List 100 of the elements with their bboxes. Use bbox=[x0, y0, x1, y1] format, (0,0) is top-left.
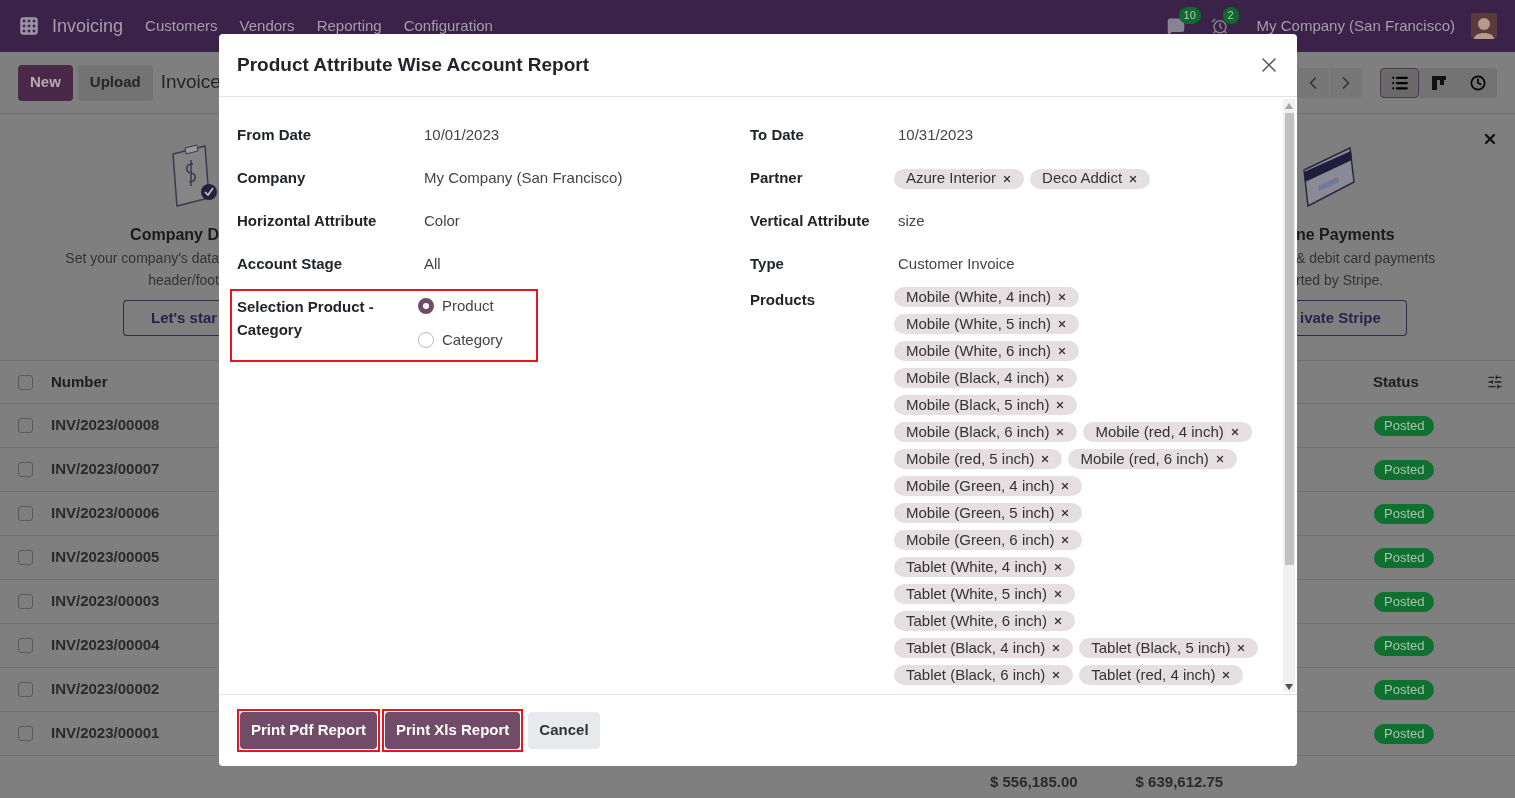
tag: Mobile (White, 5 inch) bbox=[894, 314, 1080, 334]
remove-icon[interactable] bbox=[1055, 427, 1066, 437]
tag: Tablet (White, 4 inch) bbox=[894, 557, 1075, 577]
company-switcher[interactable]: My Company (San Francisco) bbox=[1256, 14, 1455, 38]
user-avatar[interactable] bbox=[1471, 13, 1497, 39]
row-checkbox[interactable] bbox=[18, 374, 33, 390]
count-badge: 10 bbox=[1178, 7, 1201, 24]
field-value[interactable]: Customer Invoice bbox=[898, 253, 1015, 276]
view-switch-button[interactable] bbox=[1458, 67, 1497, 98]
field-label: To Date bbox=[750, 125, 805, 146]
banner-text: header/foot bbox=[148, 271, 219, 290]
field-value[interactable]: 10/31/2023 bbox=[898, 124, 974, 147]
row-checkbox[interactable] bbox=[18, 682, 33, 697]
radio-option[interactable]: Product bbox=[418, 295, 503, 318]
scroll-down-icon[interactable] bbox=[1285, 684, 1293, 690]
menu-item[interactable]: Vendors bbox=[239, 14, 295, 38]
total-amount: $ 639,612.75 bbox=[1135, 771, 1224, 792]
menu-item[interactable]: Customers bbox=[145, 14, 218, 38]
field-label: Selection Product - Category bbox=[237, 297, 375, 340]
field-value[interactable]: 10/01/2023 bbox=[424, 124, 500, 147]
tag: Mobile (Green, 5 inch) bbox=[894, 503, 1083, 523]
clock-icon bbox=[1469, 74, 1486, 91]
field-label: Products bbox=[750, 290, 816, 310]
remove-icon[interactable] bbox=[1060, 508, 1071, 518]
remove-icon[interactable] bbox=[1236, 643, 1247, 653]
remove-icon[interactable] bbox=[1128, 173, 1139, 184]
status-badge: Posted bbox=[1374, 415, 1435, 436]
field-value[interactable]: All bbox=[424, 253, 441, 276]
tag: Tablet (Black, 4 inch) bbox=[894, 638, 1074, 658]
column-header[interactable]: Status bbox=[1373, 370, 1419, 394]
row-checkbox[interactable] bbox=[18, 594, 33, 609]
remove-icon[interactable] bbox=[1052, 616, 1063, 626]
table-cell-text: INV/2023/00003 bbox=[51, 591, 160, 612]
tag: Mobile (red, 4 inch) bbox=[1083, 422, 1252, 442]
apps-menu-icon[interactable] bbox=[19, 16, 39, 36]
remove-icon[interactable] bbox=[1221, 670, 1232, 680]
radio-button[interactable] bbox=[418, 298, 434, 315]
print-button[interactable]: Print Pdf Report bbox=[240, 712, 377, 749]
table-cell-text: INV/2023/00008 bbox=[51, 415, 160, 436]
remove-icon[interactable] bbox=[1057, 346, 1068, 356]
column-settings-icon[interactable] bbox=[1487, 374, 1503, 390]
total-amount: $ 556,185.00 bbox=[990, 771, 1078, 792]
row-checkbox[interactable] bbox=[18, 418, 33, 433]
tag: Mobile (Black, 5 inch) bbox=[894, 395, 1078, 415]
menu-item[interactable]: Configuration bbox=[403, 14, 493, 38]
field-value[interactable]: My Company (San Francisco) bbox=[424, 167, 623, 190]
tag: Mobile (White, 4 inch) bbox=[894, 287, 1080, 307]
tag: Tablet (White, 6 inch) bbox=[894, 611, 1075, 631]
remove-icon[interactable] bbox=[1214, 454, 1225, 464]
row-checkbox[interactable] bbox=[18, 462, 33, 477]
print-button[interactable]: Print Xls Report bbox=[385, 712, 521, 749]
remove-icon[interactable] bbox=[1055, 400, 1066, 410]
remove-icon[interactable] bbox=[1057, 319, 1068, 329]
remove-icon[interactable] bbox=[1060, 535, 1071, 545]
tag: Mobile (Green, 6 inch) bbox=[894, 530, 1083, 550]
remove-icon[interactable] bbox=[1055, 373, 1066, 383]
table-cell-text: INV/2023/00006 bbox=[51, 503, 160, 524]
view-switch-button[interactable] bbox=[1380, 67, 1419, 98]
field-value[interactable]: size bbox=[898, 210, 925, 233]
cancel-button[interactable]: Cancel bbox=[528, 712, 600, 749]
previous-button[interactable] bbox=[1297, 67, 1329, 98]
app-name[interactable]: Invoicing bbox=[52, 12, 124, 40]
menu-item[interactable]: Reporting bbox=[316, 14, 382, 38]
radio-option[interactable]: Category bbox=[418, 328, 503, 351]
banner-text: rted by Stripe. bbox=[1297, 271, 1384, 290]
field-value[interactable]: Color bbox=[424, 210, 460, 233]
remove-icon[interactable] bbox=[1057, 292, 1068, 302]
scrollbar-thumb[interactable] bbox=[1284, 113, 1294, 565]
field-label: From Date bbox=[237, 125, 313, 146]
view-switch-button[interactable] bbox=[1419, 67, 1458, 98]
tag: Tablet (Black, 5 inch) bbox=[1079, 638, 1259, 658]
remove-icon[interactable] bbox=[1060, 481, 1071, 491]
row-checkbox[interactable] bbox=[18, 726, 33, 741]
field-label: Type bbox=[750, 254, 785, 275]
remove-icon[interactable] bbox=[1002, 173, 1013, 184]
status-badge: Posted bbox=[1374, 547, 1435, 568]
remove-icon[interactable] bbox=[1229, 427, 1240, 437]
status-badge: Posted bbox=[1374, 459, 1435, 480]
column-header[interactable]: Number bbox=[51, 370, 108, 394]
remove-icon[interactable] bbox=[1040, 454, 1051, 464]
status-badge: Posted bbox=[1374, 679, 1435, 700]
row-checkbox[interactable] bbox=[18, 638, 33, 653]
field-label: Horizontal Attribute bbox=[237, 211, 378, 232]
radio-button[interactable] bbox=[418, 331, 434, 348]
close-icon[interactable] bbox=[1482, 131, 1498, 147]
tag: Mobile (White, 6 inch) bbox=[894, 341, 1080, 361]
remove-icon[interactable] bbox=[1052, 562, 1063, 572]
messages-icon[interactable] bbox=[1166, 17, 1185, 35]
table-cell-text: INV/2023/00001 bbox=[51, 723, 160, 744]
dialog-title: Product Attribute Wise Account Report bbox=[237, 52, 590, 77]
table-cell-text: INV/2023/00004 bbox=[51, 635, 160, 656]
row-checkbox[interactable] bbox=[18, 550, 33, 565]
remove-icon[interactable] bbox=[1051, 670, 1062, 680]
remove-icon[interactable] bbox=[1052, 589, 1063, 599]
row-checkbox[interactable] bbox=[18, 506, 33, 521]
new-button[interactable]: New bbox=[18, 64, 73, 101]
tag: Mobile (Black, 6 inch) bbox=[894, 422, 1078, 442]
activity-clock-icon[interactable] bbox=[1210, 17, 1229, 35]
remove-icon[interactable] bbox=[1051, 643, 1062, 653]
next-button[interactable] bbox=[1330, 67, 1362, 98]
